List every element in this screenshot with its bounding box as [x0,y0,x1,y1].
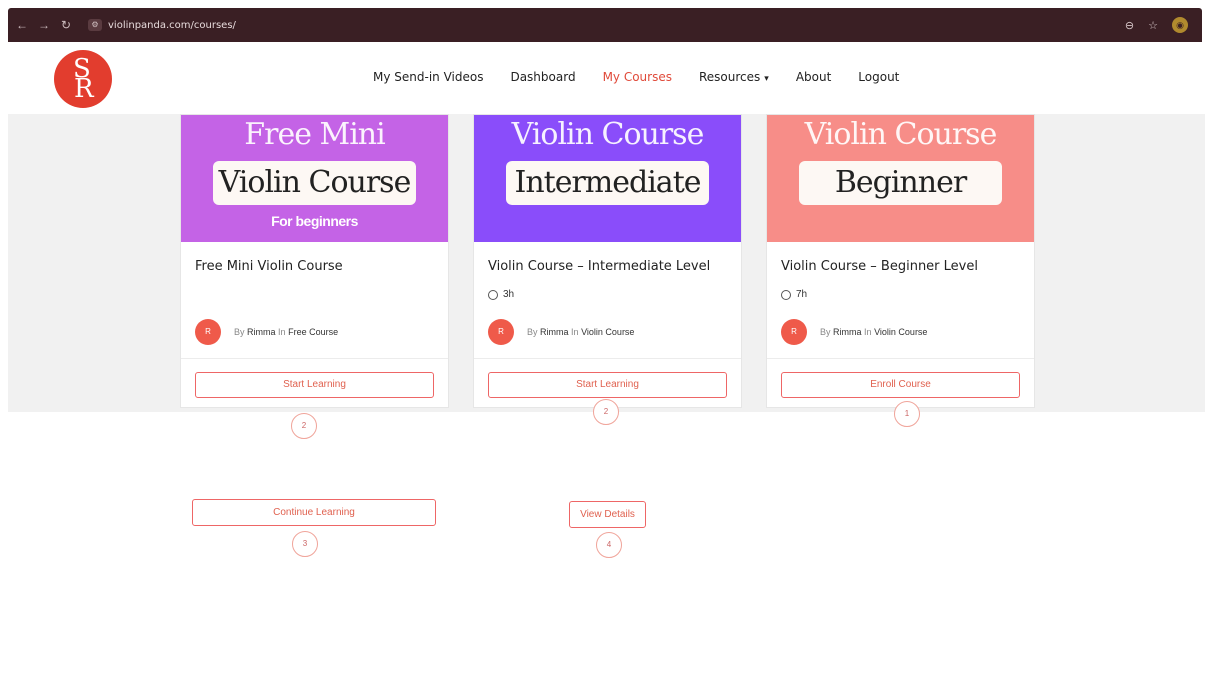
nav-resources[interactable]: Resources ▾ [699,70,769,84]
author-line: By Rimma In Free Course [234,327,338,337]
course-duration: 3h [488,289,514,300]
nav-dashboard[interactable]: Dashboard [510,70,575,84]
banner-heading: Free Mini [244,117,385,152]
in-label: In [864,327,872,337]
course-title[interactable]: Violin Course – Intermediate Level [488,259,710,274]
by-label: By [234,327,245,337]
start-learning-button[interactable]: Start Learning [195,372,434,398]
step-marker: 4 [596,532,622,558]
clock-icon [488,289,498,300]
course-author: R By Rimma In Violin Course [781,319,927,345]
site-settings-icon[interactable]: ⚙ [88,19,102,31]
course-author: R By Rimma In Free Course [195,319,338,345]
step-marker: 2 [593,399,619,425]
course-author: R By Rimma In Violin Course [488,319,634,345]
by-label: By [527,327,538,337]
card-divider [474,358,741,359]
course-banner[interactable]: Violin Course Beginner [767,115,1034,242]
course-category[interactable]: Violin Course [581,327,634,337]
address-bar[interactable]: ⚙ violinpanda.com/courses/ [88,19,236,31]
browser-toolbar: ← → ↻ ⚙ violinpanda.com/courses/ ⊖ ☆ ◉ [8,8,1202,42]
banner-subtitle: For beginners [271,213,358,229]
by-label: By [820,327,831,337]
author-name[interactable]: Rimma [833,327,862,337]
step-marker: 2 [291,413,317,439]
main-nav: My Send-in Videos Dashboard My Courses R… [373,70,899,84]
continue-learning-button[interactable]: Continue Learning [192,499,436,526]
course-title[interactable]: Free Mini Violin Course [195,259,343,274]
in-label: In [571,327,579,337]
site-logo[interactable]: S R [54,50,112,108]
course-duration: 7h [781,289,807,300]
password-key-icon[interactable]: ⊖ [1125,19,1134,32]
avatar: R [781,319,807,345]
course-card[interactable]: Violin Course Beginner Violin Course – B… [766,114,1035,408]
step-marker: 3 [292,531,318,557]
chevron-down-icon: ▾ [764,74,769,84]
course-title[interactable]: Violin Course – Beginner Level [781,259,978,274]
nav-logout[interactable]: Logout [858,70,899,84]
course-banner[interactable]: Violin Course Intermediate [474,115,741,242]
author-name[interactable]: Rimma [247,327,276,337]
banner-pill: Intermediate [506,161,709,205]
profile-avatar-icon[interactable]: ◉ [1172,17,1188,33]
course-category[interactable]: Violin Course [874,327,927,337]
forward-arrow-icon[interactable]: → [36,18,52,32]
nav-resources-label: Resources [698,70,761,84]
card-divider [181,358,448,359]
back-arrow-icon[interactable]: ← [14,18,30,32]
author-line: By Rimma In Violin Course [527,327,634,337]
in-label: In [278,327,286,337]
reload-icon[interactable]: ↻ [58,18,74,32]
course-card[interactable]: Violin Course Intermediate Violin Course… [473,114,742,408]
course-category[interactable]: Free Course [288,327,338,337]
url-text[interactable]: violinpanda.com/courses/ [108,20,236,31]
course-card[interactable]: Free Mini Violin Course For beginners Fr… [180,114,449,408]
logo-letter-r: R [74,74,94,104]
nav-about[interactable]: About [796,70,831,84]
site-header: S R My Send-in Videos Dashboard My Cours… [8,42,1202,114]
duration-text: 7h [796,289,808,300]
avatar: R [195,319,221,345]
bookmark-star-icon[interactable]: ☆ [1148,19,1158,32]
banner-pill: Beginner [799,161,1002,205]
step-marker: 1 [894,401,920,427]
start-learning-button[interactable]: Start Learning [488,372,727,398]
author-line: By Rimma In Violin Course [820,327,927,337]
banner-heading: Violin Course [804,117,998,152]
nav-my-courses[interactable]: My Courses [603,70,672,84]
view-details-button[interactable]: View Details [569,501,646,528]
avatar: R [488,319,514,345]
card-divider [767,358,1034,359]
banner-heading: Violin Course [511,117,705,152]
duration-text: 3h [503,289,515,300]
author-name[interactable]: Rimma [540,327,569,337]
enroll-course-button[interactable]: Enroll Course [781,372,1020,398]
course-banner[interactable]: Free Mini Violin Course For beginners [181,115,448,242]
nav-send-in-videos[interactable]: My Send-in Videos [373,70,483,84]
clock-icon [781,289,791,300]
banner-pill: Violin Course [213,161,416,205]
